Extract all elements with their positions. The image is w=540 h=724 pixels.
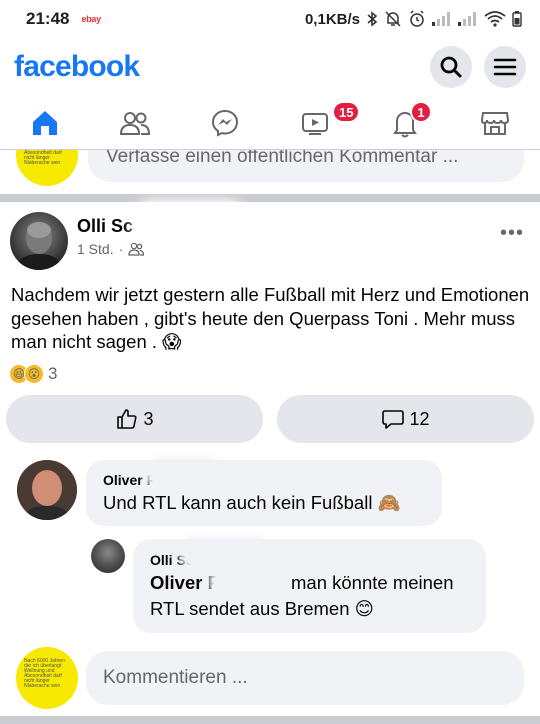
public-comment-input[interactable]: Verfasse einen öffentlichen Kommentar ..…	[88, 150, 524, 182]
comment-input[interactable]: Kommentieren ...	[86, 651, 524, 705]
menu-button[interactable]	[484, 46, 526, 88]
hamburger-menu-icon	[493, 58, 517, 76]
tab-notifications[interactable]: 1	[360, 96, 450, 149]
tab-messenger[interactable]	[180, 96, 270, 149]
notifications-badge: 1	[410, 101, 432, 123]
thumbs-up-icon	[117, 409, 138, 429]
public-comment-placeholder: Verfasse einen öffentlichen Kommentar ..…	[106, 150, 459, 167]
post-meta: 1 Std. ·	[77, 241, 145, 257]
meta-separator: ·	[118, 241, 124, 257]
mute-bell-icon	[384, 10, 402, 28]
post-author-avatar[interactable]	[10, 212, 68, 270]
tab-friends[interactable]	[90, 96, 180, 149]
tab-marketplace[interactable]	[450, 96, 540, 149]
bluetooth-icon	[366, 11, 378, 27]
tab-watch[interactable]: 15	[270, 96, 361, 149]
search-button[interactable]	[430, 46, 472, 88]
comment-composer: Nach 6000 Jahren der ich überlangt Welln…	[0, 645, 540, 715]
friends-icon	[119, 111, 151, 135]
like-button[interactable]: 3	[6, 395, 263, 443]
avatar-photo	[15, 222, 63, 270]
watch-video-icon	[302, 112, 328, 135]
home-icon	[33, 110, 57, 135]
comment-bubble-icon	[382, 410, 405, 429]
friends-audience-icon	[128, 242, 145, 256]
facebook-logo[interactable]: facebook	[14, 50, 140, 84]
post-timestamp[interactable]: 1 Std.	[77, 241, 114, 257]
name-redaction	[150, 464, 220, 484]
name-redaction	[140, 208, 240, 242]
comment-button[interactable]: 12	[277, 395, 534, 443]
commenter-avatar[interactable]	[17, 460, 77, 520]
reply-text: man könnte meinen	[291, 572, 454, 593]
alarm-icon	[408, 10, 426, 28]
reply-mention[interactable]: Oliver F	[150, 570, 219, 595]
bottom-divider	[0, 716, 540, 724]
messenger-icon	[211, 109, 239, 137]
reply-text-line2: RTL sendet aus Bremen 😊	[150, 598, 374, 619]
avatar-caption: Nach 6000 Jahren der ich überlangt Welln…	[24, 150, 62, 166]
status-indicators: 0,1KB/s	[305, 10, 522, 28]
ebay-notification-icon: ebay	[81, 14, 101, 24]
wifi-icon	[484, 11, 506, 27]
like-count: 3	[143, 408, 154, 429]
post-text: Nachdem wir jetzt gestern alle Fußball m…	[11, 284, 530, 352]
own-avatar: Nach 6000 Jahren der ich überlangt Welln…	[16, 647, 78, 709]
network-speed: 0,1KB/s	[304, 10, 360, 28]
reply-author-avatar[interactable]	[91, 539, 125, 573]
wow-reaction-icon: 😮	[24, 364, 44, 384]
app-header: facebook	[0, 38, 540, 96]
status-time: 21:48	[26, 9, 70, 28]
comment-count: 12	[409, 408, 430, 429]
signal-1-icon	[432, 12, 452, 26]
name-redaction	[185, 543, 265, 565]
search-icon	[440, 56, 462, 78]
main-nav: 15 1	[0, 96, 540, 150]
reaction-count: 3	[48, 364, 58, 383]
comment-text: Und RTL kann auch kein Fußball 🙈	[103, 492, 401, 513]
mention-redaction	[214, 572, 284, 592]
own-avatar: Nach 6000 Jahren der ich überlangt Welln…	[16, 150, 78, 186]
reaction-summary[interactable]: 😆 😮 3	[9, 364, 57, 384]
watch-badge: 15	[332, 101, 361, 123]
battery-icon	[512, 11, 522, 27]
status-bar: 21:48 ebay 0,1KB/s	[0, 0, 540, 38]
comment-placeholder: Kommentieren ...	[103, 667, 248, 688]
tab-home[interactable]	[0, 96, 90, 149]
previous-post-comment-row: Nach 6000 Jahren der ich überlangt Welln…	[0, 150, 540, 194]
post-author-name[interactable]: Olli Sc	[77, 216, 133, 237]
comment-author[interactable]: Oliver F	[103, 472, 155, 488]
marketplace-store-icon	[480, 111, 510, 135]
header-actions	[430, 46, 526, 88]
avatar-caption: Nach 6000 Jahren der ich überlangt Welln…	[24, 658, 65, 689]
post-more-options-icon[interactable]: •••	[500, 222, 524, 245]
signal-2-icon	[458, 12, 478, 26]
commenter-photo	[17, 460, 77, 520]
post-divider	[0, 194, 540, 202]
